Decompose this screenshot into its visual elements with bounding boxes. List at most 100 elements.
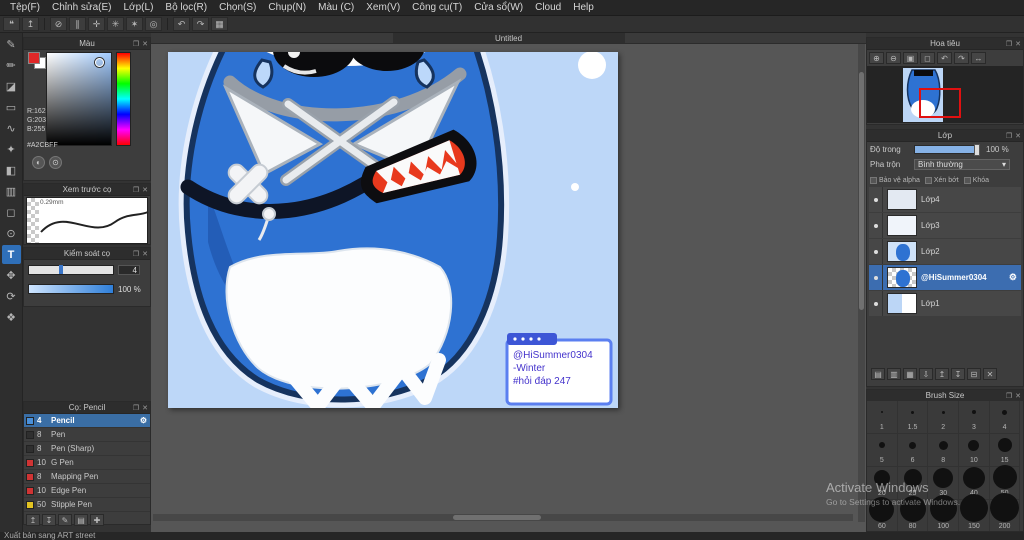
zoom-in-button[interactable]: ⊕ — [869, 52, 884, 64]
layer-down-button[interactable]: ↧ — [951, 368, 965, 380]
brush-item-stipple-pen[interactable]: 50 Stipple Pen — [24, 498, 150, 512]
new-folder-button[interactable]: ▦ — [903, 368, 917, 380]
bucket-tool[interactable]: ◧ — [2, 161, 21, 180]
snap-cross-button[interactable]: ✛ — [88, 17, 105, 31]
layer-item-2[interactable]: Lớp2 — [869, 239, 1021, 264]
brush-size-cell[interactable]: 1 — [867, 401, 898, 434]
brush-edit-button[interactable]: ✎ — [58, 514, 72, 526]
close-icon[interactable]: ✕ — [1015, 40, 1021, 48]
menu-window[interactable]: Cửa sổ(W) — [468, 2, 529, 13]
rotate-right-button[interactable]: ↷ — [954, 52, 969, 64]
menu-help[interactable]: Help — [567, 2, 600, 13]
pencil-tool[interactable]: ✏ — [2, 56, 21, 75]
menu-filter[interactable]: Bộ lọc(R) — [159, 2, 213, 13]
undock-icon[interactable]: ❐ — [1006, 132, 1012, 140]
close-icon[interactable]: ✕ — [1015, 392, 1021, 400]
hand-tool[interactable]: ❖ — [2, 308, 21, 327]
visibility-toggle[interactable] — [869, 213, 883, 238]
move-tool[interactable]: ✥ — [2, 266, 21, 285]
select-rect-tool[interactable]: ▭ — [2, 98, 21, 117]
brush-size-cell[interactable]: 80 — [898, 496, 929, 531]
alpha-protect-checkbox[interactable] — [870, 176, 877, 184]
publish-button[interactable]: ↥ — [22, 17, 39, 31]
menu-edit[interactable]: Chỉnh sửa(E) — [46, 2, 118, 13]
brush-size-slider[interactable] — [28, 265, 114, 275]
vertical-scrollbar[interactable] — [858, 44, 865, 522]
brush-item-g-pen[interactable]: 10 G Pen — [24, 456, 150, 470]
opacity-thumb[interactable] — [974, 143, 980, 156]
brush-move-down-button[interactable]: ↧ — [42, 514, 56, 526]
lock-checkbox[interactable] — [963, 176, 971, 184]
undock-icon[interactable]: ❐ — [133, 250, 139, 258]
brush-item-edge-pen[interactable]: 10 Edge Pen — [24, 484, 150, 498]
brush-item-mapping-pen[interactable]: 8 Mapping Pen — [24, 470, 150, 484]
brush-size-cell[interactable]: 60 — [867, 497, 898, 531]
visibility-toggle[interactable] — [869, 239, 883, 264]
zoom-fit-button[interactable]: ◻ — [920, 52, 935, 64]
eyedropper-tool[interactable]: ⊙ — [2, 224, 21, 243]
brush-size-cell[interactable]: 20 — [867, 467, 898, 500]
snap-radial-button[interactable]: ✶ — [126, 17, 143, 31]
magic-wand-tool[interactable]: ✦ — [2, 140, 21, 159]
brush-size-cell[interactable]: 1.5 — [897, 401, 929, 434]
lasso-tool[interactable]: ∿ — [2, 119, 21, 138]
layer-up-button[interactable]: ↥ — [935, 368, 949, 380]
delete-layer-button[interactable]: ✕ — [983, 368, 997, 380]
undock-icon[interactable]: ❐ — [133, 40, 139, 48]
saturation-value-picker[interactable] — [46, 52, 112, 146]
brush-size-cell[interactable]: 6 — [897, 434, 929, 467]
brush-size-cell[interactable]: 8 — [928, 434, 960, 467]
pick-color-button[interactable]: ⊙ — [49, 156, 62, 169]
brush-size-cell[interactable]: 200 — [990, 493, 1021, 531]
undo-button[interactable]: ↶ — [173, 17, 190, 31]
brush-size-cell[interactable]: 150 — [959, 494, 990, 531]
foreground-color-swatch[interactable] — [28, 52, 40, 64]
brush-opacity-slider[interactable] — [28, 284, 114, 294]
text-tool[interactable]: T — [1, 245, 21, 264]
gear-icon[interactable]: ⚙ — [140, 416, 147, 425]
transparent-color-button[interactable]: ◐ — [32, 156, 45, 169]
brush-folder-button[interactable]: ▤ — [74, 514, 88, 526]
menu-layer[interactable]: Lớp(L) — [118, 2, 160, 13]
brush-size-cell[interactable]: 3 — [959, 401, 990, 434]
clipping-checkbox[interactable] — [924, 176, 932, 184]
lock-option[interactable]: Khóa — [963, 176, 989, 184]
eraser-tool[interactable]: ◪ — [2, 77, 21, 96]
close-icon[interactable]: ✕ — [1015, 132, 1021, 140]
brush-move-up-button[interactable]: ↥ — [26, 514, 40, 526]
close-icon[interactable]: ✕ — [142, 404, 148, 412]
brush-item-pen[interactable]: 8 Pen — [24, 428, 150, 442]
rotate-tool[interactable]: ⟳ — [2, 287, 21, 306]
zoom-out-button[interactable]: ⊖ — [886, 52, 901, 64]
chat-button[interactable]: ❝ — [3, 17, 20, 31]
visibility-toggle[interactable] — [869, 265, 883, 290]
horizontal-scrollbar[interactable] — [153, 514, 853, 521]
alpha-protect-option[interactable]: Bảo vệ alpha — [870, 176, 920, 184]
visibility-toggle[interactable] — [869, 291, 883, 316]
slider-thumb[interactable] — [59, 265, 64, 274]
opacity-slider[interactable] — [914, 143, 980, 156]
layer-item-3[interactable]: Lớp3 — [869, 213, 1021, 238]
brush-size-cell[interactable]: 4 — [989, 401, 1021, 434]
menu-tools[interactable]: Công cụ(T) — [406, 2, 468, 13]
merge-down-button[interactable]: ⇩ — [919, 368, 933, 380]
undock-icon[interactable]: ❐ — [133, 186, 139, 194]
menu-capture[interactable]: Chụp(N) — [262, 2, 312, 13]
flip-view-button[interactable]: ↔ — [971, 52, 986, 64]
snap-circle-button[interactable]: ◎ — [145, 17, 162, 31]
brush-size-cell[interactable]: 5 — [867, 434, 898, 467]
brush-add-button[interactable]: ✚ — [90, 514, 104, 526]
close-icon[interactable]: ✕ — [142, 40, 148, 48]
navigator-view[interactable] — [867, 66, 1023, 123]
clipping-option[interactable]: Xén bớt — [924, 176, 959, 184]
gear-icon[interactable]: ⚙ — [1009, 272, 1017, 283]
vertical-scroll-thumb[interactable] — [859, 72, 864, 310]
brush-size-cell[interactable]: 15 — [989, 434, 1021, 467]
brush-tool[interactable]: ✎ — [2, 35, 21, 54]
new-layer-button[interactable]: ▤ — [871, 368, 885, 380]
document-tab[interactable]: Untitled — [392, 33, 625, 43]
brush-size-cell[interactable]: 10 — [959, 434, 990, 467]
rotate-left-button[interactable]: ↶ — [937, 52, 952, 64]
visibility-toggle[interactable] — [869, 187, 883, 212]
snap-parallel-button[interactable]: ∥ — [69, 17, 86, 31]
